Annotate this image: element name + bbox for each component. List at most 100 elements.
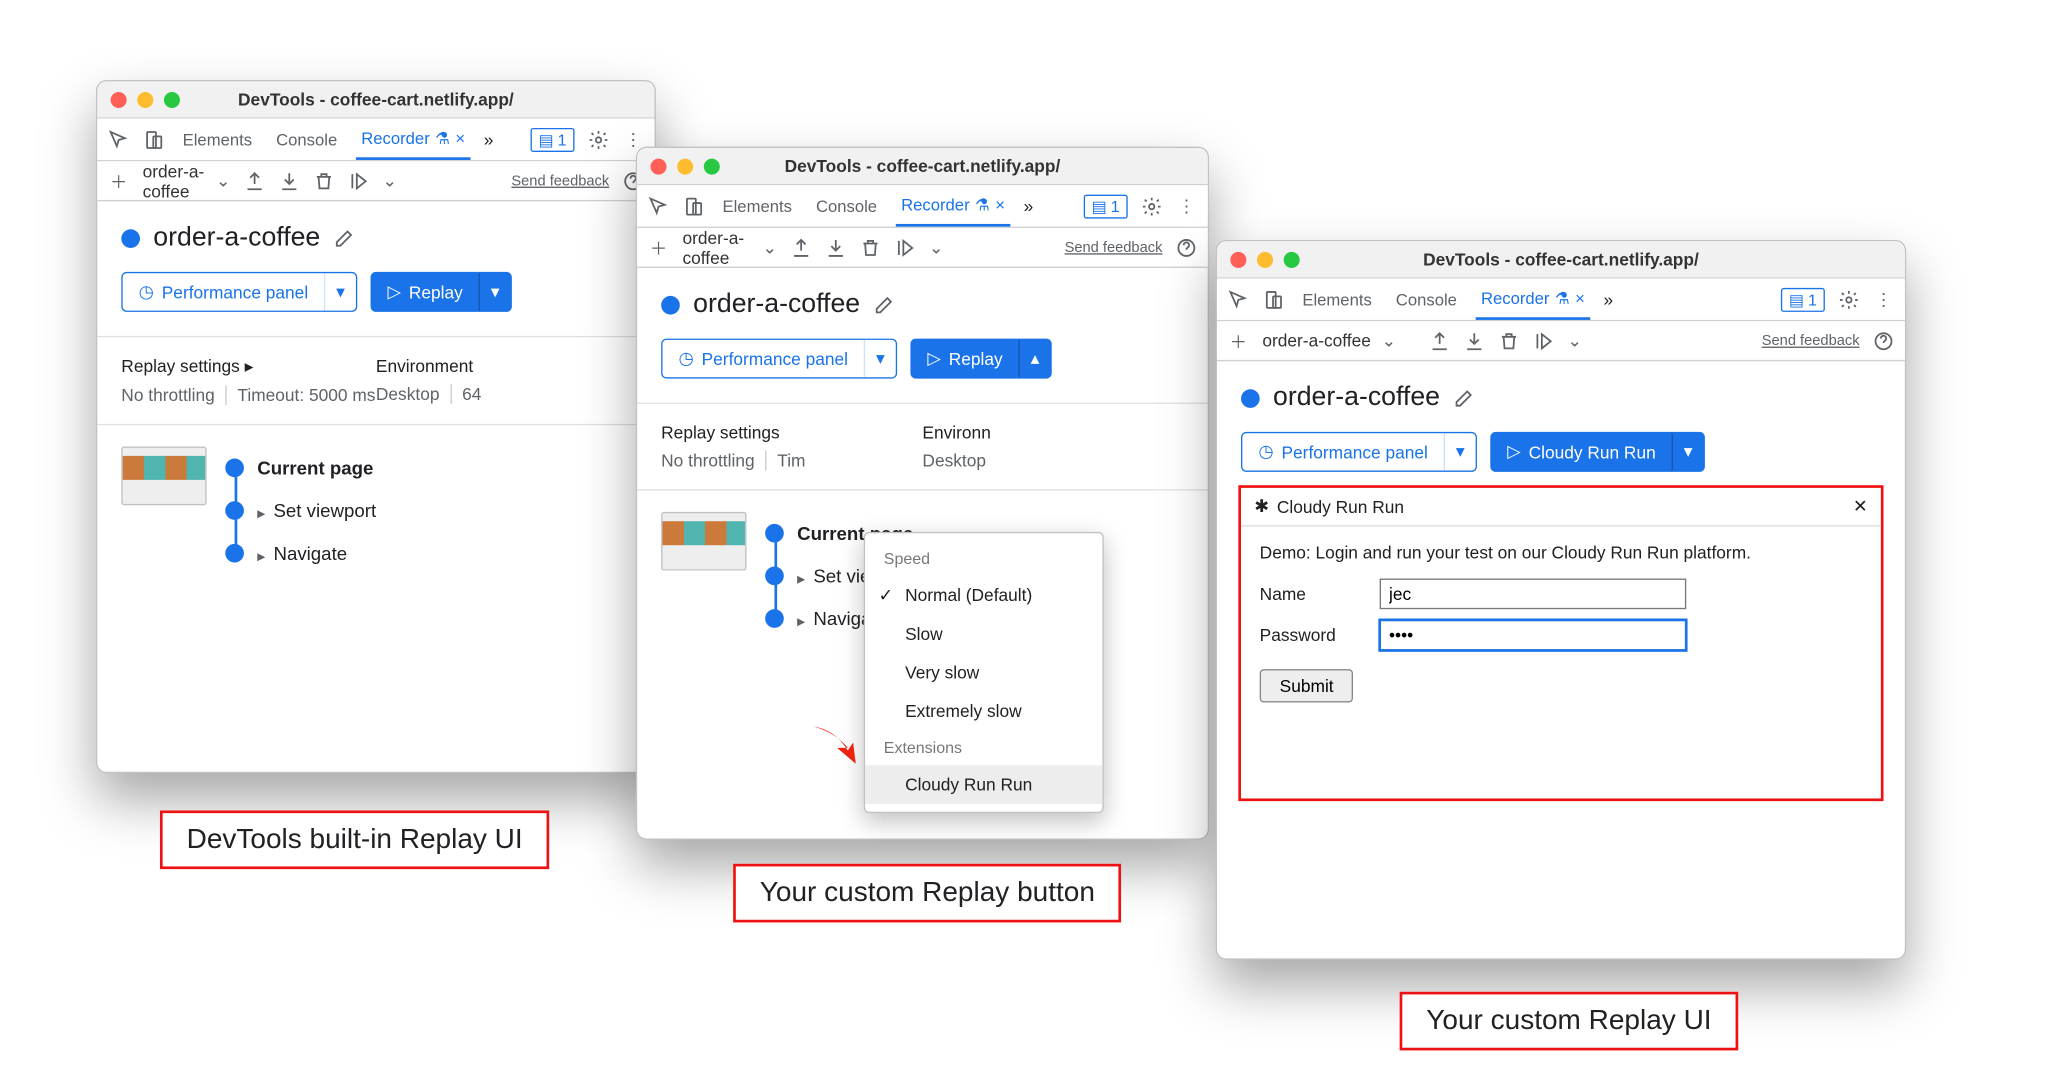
chevron-down-icon[interactable]: ⌄	[382, 170, 397, 191]
step-current-page[interactable]: Current page	[225, 447, 630, 490]
menu-item-normal[interactable]: Normal (Default)	[865, 576, 1102, 615]
inspect-icon[interactable]	[108, 129, 129, 150]
tab-console[interactable]: Console	[1390, 279, 1462, 320]
popup-body: Demo: Login and run your test on our Clo…	[1241, 527, 1881, 799]
issues-badge[interactable]: ▤1	[530, 127, 574, 151]
import-icon[interactable]	[278, 170, 299, 191]
password-field[interactable]	[1380, 620, 1687, 651]
delete-icon[interactable]	[860, 237, 881, 258]
environment-header: Environn	[922, 423, 1183, 443]
step-icon[interactable]	[894, 237, 915, 258]
recording-selector[interactable]: order-a-coffee	[143, 161, 206, 201]
replay-settings-header[interactable]: Replay settings ▸	[121, 356, 376, 377]
chevron-down-icon[interactable]: ⌄	[1382, 330, 1397, 351]
tab-elements[interactable]: Elements	[177, 119, 257, 160]
step-icon[interactable]	[1533, 330, 1554, 351]
replay-button[interactable]: ▷Replay ▾	[370, 272, 511, 312]
name-field[interactable]	[1380, 579, 1687, 610]
gear-icon[interactable]	[1838, 289, 1859, 310]
feedback-link[interactable]: Send feedback	[1762, 333, 1860, 349]
device-icon[interactable]	[682, 195, 703, 216]
recording-selector[interactable]: order-a-coffee	[682, 227, 751, 267]
add-icon[interactable]: ＋	[648, 237, 669, 258]
export-icon[interactable]	[790, 237, 811, 258]
device-icon[interactable]	[143, 129, 164, 150]
flask-icon: ⚗	[975, 195, 990, 215]
issues-badge[interactable]: ▤1	[1781, 287, 1825, 311]
performance-panel-button[interactable]: ◷Performance panel ▾	[121, 272, 357, 312]
main-toolbar: Elements Console Recorder ⚗ × » ▤1 ⋮	[1217, 279, 1905, 322]
menu-header-extensions: Extensions	[865, 730, 1102, 765]
close-icon[interactable]: ✕	[1853, 496, 1868, 517]
custom-replay-dropdown[interactable]: ▾	[1672, 433, 1703, 470]
recorder-body: order-a-coffee ◷Performance panel ▾ ▷Rep…	[97, 201, 654, 596]
chevron-down-icon[interactable]: ⌄	[762, 237, 777, 258]
performance-panel-button[interactable]: ◷Performance panel ▾	[661, 339, 897, 379]
tab-elements[interactable]: Elements	[717, 185, 797, 226]
tab-recorder[interactable]: Recorder ⚗ ×	[1476, 279, 1591, 320]
add-icon[interactable]: ＋	[1228, 330, 1249, 351]
replay-settings-header[interactable]: Replay settings	[661, 423, 922, 443]
chevron-down-icon[interactable]: ⌄	[1567, 330, 1582, 351]
kebab-icon[interactable]: ⋮	[1176, 195, 1197, 216]
export-icon[interactable]	[1429, 330, 1450, 351]
environment-header: Environment	[376, 356, 631, 376]
performance-panel-dropdown[interactable]: ▾	[324, 273, 355, 310]
menu-item-slow[interactable]: Slow	[865, 615, 1102, 654]
replay-settings-section: Replay settings ▸ No throttlingTimeout: …	[97, 336, 654, 425]
import-icon[interactable]	[1463, 330, 1484, 351]
tab-console[interactable]: Console	[811, 185, 883, 226]
performance-panel-button[interactable]: ◷Performance panel ▾	[1241, 432, 1477, 472]
tab-elements[interactable]: Elements	[1297, 279, 1377, 320]
gear-icon[interactable]	[1141, 195, 1162, 216]
more-tabs-icon[interactable]: »	[484, 129, 494, 149]
play-icon: ▷	[388, 281, 401, 302]
flask-icon: ⚗	[435, 128, 450, 148]
import-icon[interactable]	[825, 237, 846, 258]
menu-item-extremely-slow[interactable]: Extremely slow	[865, 692, 1102, 731]
edit-icon[interactable]	[873, 294, 894, 315]
edit-icon[interactable]	[1453, 387, 1474, 408]
gear-icon[interactable]	[588, 129, 609, 150]
export-icon[interactable]	[244, 170, 265, 191]
step-icon[interactable]	[348, 170, 369, 191]
inspect-icon[interactable]	[1228, 289, 1249, 310]
recording-selector[interactable]: order-a-coffee	[1262, 331, 1371, 351]
inspect-icon[interactable]	[648, 195, 669, 216]
feedback-link[interactable]: Send feedback	[1065, 239, 1163, 255]
replay-dropdown[interactable]: ▴	[1019, 340, 1050, 377]
step-set-viewport[interactable]: Set viewport	[225, 489, 630, 532]
close-tab-icon[interactable]: ×	[455, 129, 465, 148]
menu-item-extension[interactable]: Cloudy Run Run	[865, 765, 1102, 804]
device-icon[interactable]	[1262, 289, 1283, 310]
tab-recorder[interactable]: Recorder ⚗ ×	[356, 119, 471, 160]
timeout-value: Timeout: 5000 ms	[237, 385, 375, 405]
menu-item-very-slow[interactable]: Very slow	[865, 653, 1102, 692]
add-icon[interactable]: ＋	[108, 170, 129, 191]
step-navigate[interactable]: Navigate	[225, 532, 630, 575]
replay-dropdown[interactable]: ▾	[479, 273, 510, 310]
performance-panel-dropdown[interactable]: ▾	[1444, 433, 1475, 470]
feedback-link[interactable]: Send feedback	[511, 173, 609, 189]
submit-button[interactable]: Submit	[1260, 669, 1354, 702]
more-tabs-icon[interactable]: »	[1024, 196, 1034, 216]
more-tabs-icon[interactable]: »	[1604, 289, 1614, 309]
close-tab-icon[interactable]: ×	[995, 195, 1005, 214]
close-tab-icon[interactable]: ×	[1575, 289, 1585, 308]
delete-icon[interactable]	[1498, 330, 1519, 351]
page-thumbnail-icon	[661, 512, 746, 571]
replay-button[interactable]: ▷Replay ▴	[910, 339, 1051, 379]
performance-panel-dropdown[interactable]: ▾	[864, 340, 895, 377]
chevron-down-icon[interactable]: ⌄	[929, 237, 944, 258]
edit-icon[interactable]	[334, 227, 355, 248]
kebab-icon[interactable]: ⋮	[1873, 289, 1894, 310]
tab-recorder[interactable]: Recorder ⚗ ×	[896, 185, 1011, 226]
help-icon[interactable]	[1176, 237, 1197, 258]
chevron-down-icon[interactable]: ⌄	[216, 170, 231, 191]
tab-console[interactable]: Console	[271, 119, 343, 160]
custom-replay-button[interactable]: ▷Cloudy Run Run ▾	[1490, 432, 1705, 472]
help-icon[interactable]	[1873, 330, 1894, 351]
issues-badge[interactable]: ▤1	[1084, 194, 1128, 218]
delete-icon[interactable]	[313, 170, 334, 191]
kebab-icon[interactable]: ⋮	[623, 129, 644, 150]
